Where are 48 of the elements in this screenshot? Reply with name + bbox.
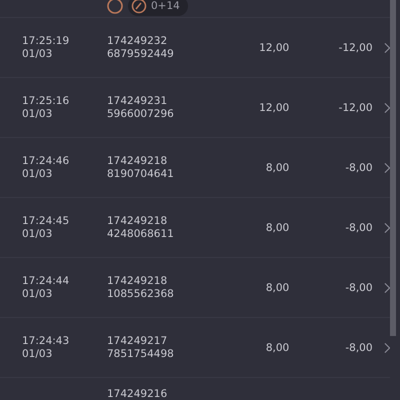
time-text: 17:25:16	[22, 94, 70, 108]
time-text: 17:24:43	[22, 334, 70, 348]
ring-icon	[106, 0, 124, 15]
chevron-icon	[384, 42, 390, 54]
date-text: 01/03	[22, 108, 54, 120]
balance-text: -8,00	[345, 222, 373, 234]
id-text: 174249217	[107, 334, 168, 348]
date-text: 01/03	[22, 48, 54, 60]
time-text: 17:24:46	[22, 154, 70, 168]
amount-text: 8,00	[266, 222, 290, 234]
chevron-icon	[384, 342, 390, 354]
balance-text: -12,00	[338, 102, 373, 114]
id-text: 4248068611	[107, 228, 175, 240]
amount-text: 12,00	[259, 42, 290, 54]
id-text: 174249232	[107, 34, 168, 48]
date-text: 01/03	[22, 168, 54, 180]
id-text: 174249218	[107, 274, 168, 288]
date-text: 01/03	[22, 288, 54, 300]
time-text: 17:24:44	[22, 274, 70, 288]
balance-text: -12,00	[338, 42, 373, 54]
id-text: 6879592449	[107, 48, 175, 60]
time-text: 17:25:19	[22, 34, 70, 48]
scrollbar[interactable]	[390, 0, 396, 336]
amount-text: 8,00	[266, 342, 290, 354]
transaction-row[interactable]: 174249216	[0, 378, 390, 400]
id-text: 7851754498	[107, 348, 175, 360]
id-text: 5966007296	[107, 108, 175, 120]
chevron-icon	[384, 222, 390, 234]
id-text: 174249231	[107, 94, 168, 108]
id-text: 174249218	[107, 214, 168, 228]
id-text: 174249218	[107, 154, 168, 168]
balance-text: -8,00	[345, 282, 373, 294]
id-text: 174249216	[107, 388, 168, 400]
chevron-icon	[384, 162, 390, 174]
date-text: 01/03	[22, 228, 54, 240]
date-text: 01/03	[22, 348, 54, 360]
transaction-row[interactable]: 17:24:43 01/03 174249217 7851754498 8,00 -8,00	[0, 318, 390, 378]
id-text: 1085562368	[107, 288, 175, 300]
id-text: 8190704641	[107, 168, 175, 180]
chevron-icon	[384, 282, 390, 294]
amount-text: 8,00	[266, 282, 290, 294]
balance-text: -8,00	[345, 162, 373, 174]
amount-text: 12,00	[259, 102, 290, 114]
time-text: 17:24:45	[22, 214, 70, 228]
chevron-icon	[384, 102, 390, 114]
balance-text: -8,00	[345, 342, 373, 354]
amount-text: 8,00	[266, 162, 290, 174]
count-badge: 0+14	[128, 0, 188, 16]
